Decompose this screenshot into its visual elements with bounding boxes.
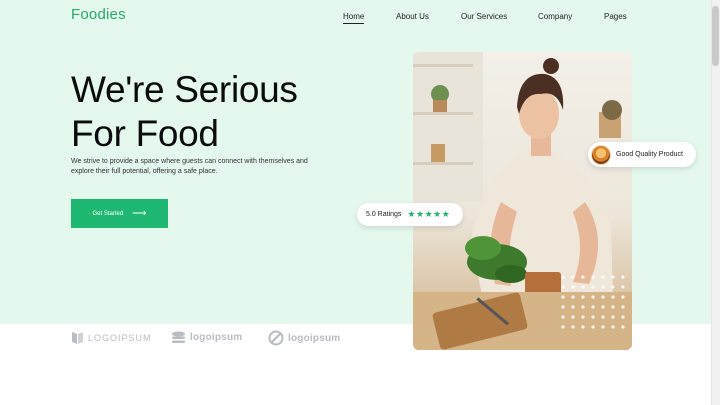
avatar <box>591 144 611 165</box>
nav-item-about-us[interactable]: About Us <box>396 12 429 21</box>
star-icon: ★ <box>416 209 425 219</box>
nav-item-pages[interactable]: Pages <box>604 12 627 21</box>
partner-name-2: logoipsum <box>190 332 243 343</box>
logoipsum-stack-icon <box>172 331 185 343</box>
rating-text: 5.0 Ratings <box>366 211 402 218</box>
quality-text: Good Quality Product <box>616 151 683 158</box>
nav-item-our-services[interactable]: Our Services <box>461 12 507 21</box>
quality-badge: Good Quality Product <box>588 142 696 167</box>
rating-badge: 5.0 Ratings ★★★★★ <box>357 203 463 226</box>
main-nav: Home About Us Our Services Company Pages <box>0 12 720 26</box>
star-rating-icons: ★★★★★ <box>407 209 450 220</box>
hero-title-line-1: We're Serious <box>71 69 298 110</box>
nav-item-home[interactable]: Home <box>343 12 365 24</box>
hero-title: We're Serious For Food <box>71 68 298 156</box>
nav-item-company[interactable]: Company <box>538 12 572 21</box>
partner-name-3: logoipsum <box>288 332 341 344</box>
get-started-button[interactable]: Get Started ⟶ <box>71 199 168 228</box>
hero-photo <box>413 52 632 350</box>
hero-subtitle: We strive to provide a space where guest… <box>71 158 308 175</box>
scrollbar-thumb[interactable] <box>712 6 719 66</box>
star-icon: ★ <box>424 209 434 219</box>
partner-name-1: LOGOIPSUM <box>88 332 152 343</box>
woman-cooking-illustration <box>413 52 632 350</box>
partner-logos: LOGOIPSUM logoipsum logoipsum <box>0 330 720 348</box>
star-icon: ★ <box>441 209 451 219</box>
partner-logo-3: logoipsum <box>268 330 340 346</box>
star-icon: ★ <box>407 209 416 219</box>
partner-logo-2: logoipsum <box>171 330 242 345</box>
get-started-label: Get Started <box>92 210 124 217</box>
logoipsum-circle-icon <box>268 330 284 346</box>
logoipsum-mark-icon <box>72 332 83 344</box>
hero-title-line-2: For Food <box>71 113 219 154</box>
partner-logo-1: LOGOIPSUM <box>71 330 152 345</box>
page-scrollbar[interactable] <box>711 0 720 405</box>
arrow-right-icon: ⟶ <box>132 207 147 219</box>
star-icon: ★ <box>433 209 442 219</box>
